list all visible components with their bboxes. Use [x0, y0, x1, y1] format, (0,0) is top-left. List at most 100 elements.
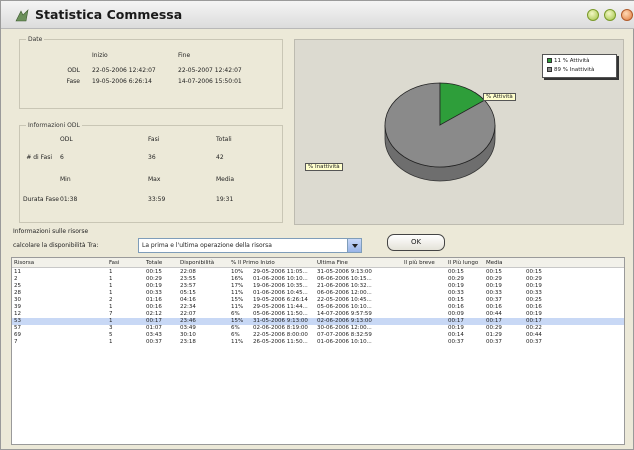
table-cell: 11	[14, 269, 21, 275]
column-header[interactable]: Il più breve	[404, 260, 435, 266]
table-cell: 6%	[231, 325, 240, 331]
date-group: Date Inizio Fine ODL 22-05-2006 12:42:07…	[19, 36, 283, 109]
table-cell: 00:19	[486, 283, 502, 289]
table-cell: 17%	[231, 283, 244, 289]
column-header[interactable]: Media	[486, 260, 503, 266]
table-cell: 30:10	[180, 332, 196, 338]
table-cell: 00:44	[526, 332, 542, 338]
table-cell: 03:49	[180, 325, 196, 331]
legend-item-active: 11 % Attività	[547, 58, 590, 66]
table-cell: 19-05-2006 6:26:14	[253, 297, 308, 303]
table-row[interactable]: 25 1 00:19 23:57 17% 19-06-2006 10:35... 21-06…	[12, 283, 624, 290]
table-cell: 01:29	[486, 332, 502, 338]
table-cell: 1	[109, 304, 113, 310]
date-start-value: 22-05-2006 12:42:07	[92, 67, 156, 74]
table-cell: 6%	[231, 311, 240, 317]
table-row[interactable]: 53 1 00:17 23:46 15% 31-05-2006 9:13:00 02-06-…	[12, 318, 624, 325]
table-cell: 01-06-2006 10:45...	[253, 290, 308, 296]
fasi-count-fasi: 36	[148, 154, 156, 161]
table-cell: 06-06-2006 10:15...	[317, 276, 372, 282]
date-group-label: Date	[26, 36, 45, 43]
table-cell: 00:33	[448, 290, 464, 296]
durata-min: 01:38	[60, 196, 78, 203]
table-cell: 14-07-2006 9:57:59	[317, 311, 372, 317]
column-header[interactable]: Disponibilità	[180, 260, 214, 266]
table-cell: 69	[14, 332, 21, 338]
fasi-count-label: # di Fasi	[26, 154, 52, 161]
stat-col-min: Min	[60, 176, 71, 183]
table-cell: 00:16	[526, 304, 542, 310]
table-cell: 00:25	[526, 297, 542, 303]
stat-col-media: Media	[216, 176, 235, 183]
ok-button[interactable]: OK	[387, 234, 445, 251]
table-row[interactable]: 12 7 02:12 22:07 6% 05-06-2006 11:50... 14-07-…	[12, 311, 624, 318]
column-header[interactable]: Fasi	[109, 260, 119, 266]
column-header[interactable]: Totale	[146, 260, 162, 266]
date-start-value: 19-05-2006 6:26:14	[92, 78, 152, 85]
table-row[interactable]: 30 2 01:16 04:16 15% 19-05-2006 6:26:14 22-05-…	[12, 297, 624, 304]
app-icon	[15, 9, 29, 22]
table-cell: 01:16	[146, 297, 162, 303]
calc-mode-select[interactable]: La prima e l'ultima operazione della ris…	[138, 238, 362, 253]
fasi-count-totali: 42	[216, 154, 224, 161]
table-cell: 53	[14, 318, 21, 324]
column-header[interactable]: Risorsa	[14, 260, 34, 266]
table-row[interactable]: 2 1 00:29 23:55 16% 01-06-2006 10:10... 06-06-…	[12, 276, 624, 283]
table-cell: 00:19	[448, 325, 464, 331]
table-cell: 00:19	[526, 311, 542, 317]
close-button[interactable]	[621, 9, 633, 21]
odl-col-odl: ODL	[60, 136, 73, 143]
date-col-end: Fine	[178, 52, 191, 59]
table-cell: 25	[14, 283, 21, 289]
fasi-count-odl: 6	[60, 154, 64, 161]
table-cell: 01:07	[146, 325, 162, 331]
table-cell: 7	[109, 311, 113, 317]
table-cell: 22:34	[180, 304, 196, 310]
table-cell: 30-06-2006 12:00...	[317, 325, 372, 331]
table-cell: 00:33	[146, 290, 162, 296]
table-cell: 00:15	[486, 269, 502, 275]
table-cell: 00:29	[448, 276, 464, 282]
column-header[interactable]: % Il Primo Inizio	[231, 260, 275, 266]
table-cell: 00:19	[146, 283, 162, 289]
table-cell: 00:17	[486, 318, 502, 324]
table-row[interactable]: 57 3 01:07 03:49 6% 02-06-2006 8:19:00 30-06-2…	[12, 325, 624, 332]
table-cell: 3	[109, 325, 113, 331]
table-cell: 22:07	[180, 311, 196, 317]
column-header[interactable]: Ultima Fine	[317, 260, 348, 266]
table-row[interactable]: 39 1 00:16 22:34 11% 29-05-2006 11:44... 05-06…	[12, 304, 624, 311]
date-row-label: Fase	[66, 78, 80, 85]
durata-max: 33:59	[148, 196, 166, 203]
table-cell: 11%	[231, 304, 244, 310]
table-cell: 16%	[231, 276, 244, 282]
table-cell: 31-05-2006 9:13:00	[253, 318, 308, 324]
table-cell: 00:17	[448, 318, 464, 324]
table-cell: 57	[14, 325, 21, 331]
table-cell: 31-05-2006 9:13:00	[317, 269, 372, 275]
table-cell: 23:55	[180, 276, 196, 282]
table-cell: 00:33	[486, 290, 502, 296]
pie-chart-panel: 11 % Attività 89 % Inattività % Attività…	[294, 39, 624, 225]
legend-swatch-inactive	[547, 67, 552, 72]
table-cell: 02:12	[146, 311, 162, 317]
minimize-button[interactable]	[587, 9, 599, 21]
table-cell: 00:16	[486, 304, 502, 310]
table-row[interactable]: 7 1 00:37 23:18 11% 26-05-2006 11:50... 01-06-…	[12, 339, 624, 346]
legend-item-inactive: 89 % Inattività	[547, 67, 594, 75]
table-cell: 10%	[231, 269, 244, 275]
resources-table[interactable]: Risorsa Fasi Totale Disponibilità % Il Primo…	[11, 257, 625, 445]
table-cell: 00:16	[146, 304, 162, 310]
chevron-down-icon[interactable]	[347, 239, 361, 252]
table-cell: 05:15	[180, 290, 196, 296]
table-cell: 11%	[231, 339, 244, 345]
table-row[interactable]: 69 5 03:43 30:10 6% 22-05-2006 8:00:00 07-07-2…	[12, 332, 624, 339]
maximize-button[interactable]	[604, 9, 616, 21]
table-cell: 05-06-2006 10:10...	[317, 304, 372, 310]
table-cell: 23:18	[180, 339, 196, 345]
table-cell: 00:15	[146, 269, 162, 275]
table-row[interactable]: 28 1 00:33 05:15 11% 01-06-2006 10:45... 06-06…	[12, 290, 624, 297]
table-row[interactable]: 11 1 00:15 22:08 10% 29-05-2006 11:05... 31-05…	[12, 269, 624, 276]
table-cell: 07-07-2006 8:32:59	[317, 332, 372, 338]
odl-col-totali: Totali	[216, 136, 232, 143]
column-header[interactable]: Il Più lungo	[448, 260, 478, 266]
